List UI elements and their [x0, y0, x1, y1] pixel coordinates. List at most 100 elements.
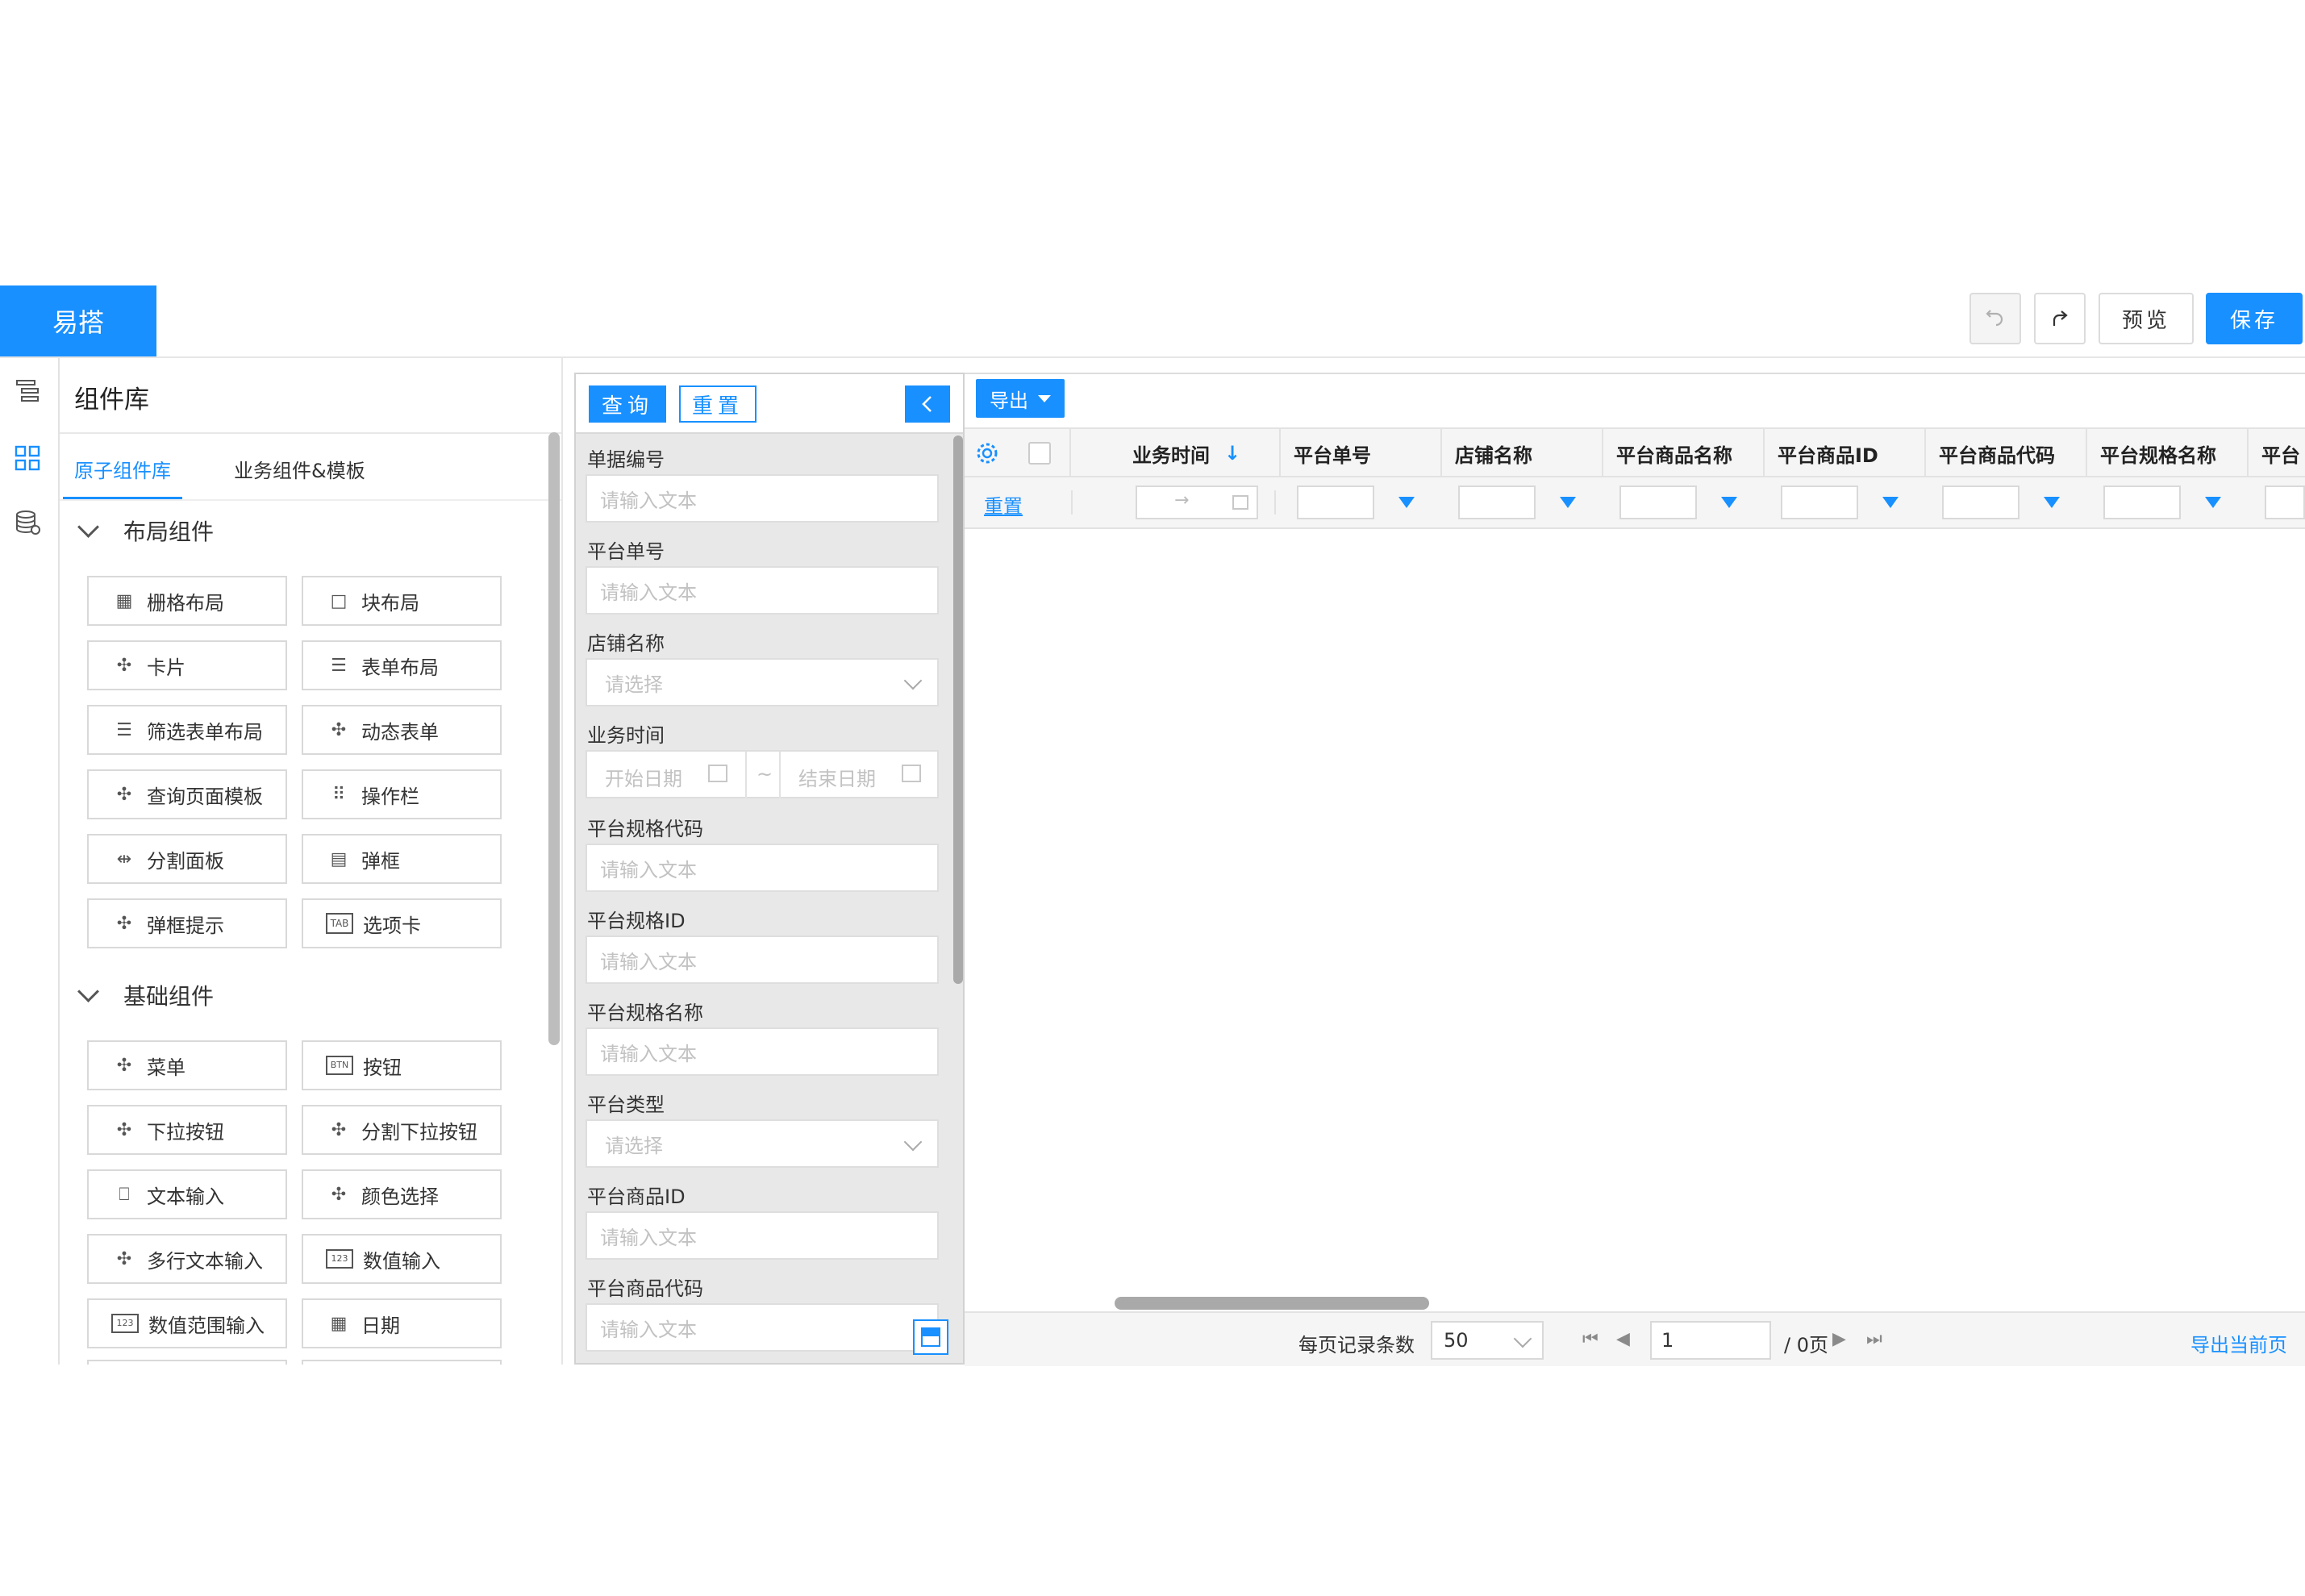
column-filter-input[interactable]: [1942, 485, 2019, 519]
component-item[interactable]: ✣ 查询页面模板: [87, 769, 287, 819]
component-item[interactable]: ☰ 筛选表单布局: [87, 705, 287, 755]
filter-scrollbar[interactable]: [953, 435, 963, 984]
tab-business-components[interactable]: 业务组件&模板: [234, 455, 365, 483]
platform-type-select[interactable]: 请选择: [586, 1119, 939, 1168]
select-all-checkbox[interactable]: [1028, 442, 1051, 465]
column-header[interactable]: 平台: [2249, 429, 2305, 477]
column-header[interactable]: 店铺名称: [1442, 429, 1603, 477]
arrow-down-icon[interactable]: ↓: [1224, 442, 1240, 465]
component-item[interactable]: ✣ 动态表单: [302, 705, 502, 755]
end-date[interactable]: 结束日期: [798, 763, 876, 791]
component-label: 块布局: [361, 591, 419, 615]
column-header[interactable]: 平台单号: [1281, 429, 1442, 477]
column-filter-input[interactable]: [2265, 485, 2305, 519]
save-button[interactable]: 保存: [2206, 293, 2303, 344]
page-number-input[interactable]: 1: [1650, 1321, 1771, 1360]
filter-icon[interactable]: [2044, 497, 2060, 508]
filter-icon[interactable]: [1398, 497, 1415, 508]
section-layout-components[interactable]: 布局组件: [77, 515, 214, 547]
component-item[interactable]: ✣ 弹框提示: [87, 898, 287, 948]
component-item[interactable]: ⠿ 操作栏: [302, 769, 502, 819]
horizontal-scrollbar[interactable]: [1115, 1297, 1429, 1310]
reset-button[interactable]: 重置: [679, 385, 757, 423]
component-item[interactable]: ▦ 日期: [302, 1298, 502, 1348]
component-item[interactable]: ✣ 分割下拉按钮: [302, 1105, 502, 1155]
component-item[interactable]: ✣ 颜色选择: [302, 1169, 502, 1219]
filter-icon[interactable]: [1560, 497, 1576, 508]
export-current-page-link[interactable]: 导出当前页: [2190, 1329, 2287, 1357]
component-item[interactable]: ✣ 菜单: [87, 1040, 287, 1090]
components-icon[interactable]: [10, 440, 45, 476]
first-page-icon[interactable]: ⏮: [1582, 1329, 1598, 1349]
field-label: 平台规格ID: [587, 910, 686, 932]
range-separator: ~: [757, 763, 773, 785]
component-item[interactable]: ☰ 表单布局: [302, 640, 502, 690]
column-filter-input[interactable]: [1458, 485, 1536, 519]
page-size-select[interactable]: 50: [1431, 1321, 1544, 1360]
total-pages: / 0页: [1784, 1334, 1828, 1356]
column-header[interactable]: 平台商品名称: [1603, 429, 1765, 477]
outline-icon[interactable]: [10, 373, 45, 408]
chevron-down-icon: [903, 671, 923, 690]
column-filter-input[interactable]: [1781, 485, 1858, 519]
component-item[interactable]: ✣ 下拉按钮: [87, 1105, 287, 1155]
tab-icon: TAB: [326, 913, 353, 934]
collapse-button[interactable]: [905, 385, 950, 423]
field-label: 平台规格代码: [587, 818, 703, 840]
component-item[interactable]: 123 数值范围输入: [87, 1298, 287, 1348]
component-label: 弹框: [361, 849, 400, 873]
column-header[interactable]: 业务时间 ↓: [1119, 429, 1281, 477]
grid-header-row: 业务时间 ↓ 平台单号 店铺名称 平台商品名称 平台商品ID 平台商品代码 平台规…: [965, 427, 2305, 477]
spec-code-input[interactable]: 请输入文本: [586, 844, 939, 892]
component-item[interactable]: ▦ 栅格布局: [87, 576, 287, 626]
column-header[interactable]: 平台商品代码: [1926, 429, 2087, 477]
component-item[interactable]: □ 块布局: [302, 576, 502, 626]
column-filter-input[interactable]: [1297, 485, 1374, 519]
column-filter-input[interactable]: [2103, 485, 2181, 519]
next-page-icon[interactable]: ▶: [1832, 1329, 1846, 1349]
undo-button[interactable]: [1969, 293, 2021, 344]
section-basic-components[interactable]: 基础组件: [77, 979, 214, 1011]
layout-toggle-button[interactable]: [913, 1319, 948, 1355]
column-header[interactable]: 平台商品ID: [1765, 429, 1926, 477]
export-dropdown-button[interactable]: 导出: [976, 379, 1065, 418]
component-item[interactable]: TAB 选项卡: [302, 898, 502, 948]
spec-id-input[interactable]: 请输入文本: [586, 936, 939, 984]
component-label: 多行文本输入: [147, 1249, 263, 1273]
filter-icon[interactable]: [1721, 497, 1737, 508]
app-logo[interactable]: 易搭: [0, 285, 156, 356]
shop-name-select[interactable]: 请选择: [586, 658, 939, 706]
component-item[interactable]: ✣ 卡片: [87, 640, 287, 690]
component-item[interactable]: ▤ 弹框: [302, 834, 502, 884]
component-item[interactable]: ✣ 多行文本输入: [87, 1234, 287, 1284]
preview-button[interactable]: 预览: [2099, 293, 2194, 344]
doc-number-input[interactable]: 请输入文本: [586, 474, 939, 523]
product-id-input[interactable]: 请输入文本: [586, 1211, 939, 1260]
component-item[interactable]: ⇹ 分割面板: [87, 834, 287, 884]
component-item[interactable]: 123 数值输入: [302, 1234, 502, 1284]
filter-icon[interactable]: [2205, 497, 2221, 508]
library-scrollbar[interactable]: [548, 432, 560, 1045]
grid-reset-link[interactable]: 重置: [984, 490, 1023, 519]
prev-page-icon[interactable]: ◀: [1616, 1329, 1630, 1349]
filter-icon[interactable]: [1882, 497, 1899, 508]
date-filter-input[interactable]: →: [1136, 485, 1258, 519]
component-item[interactable]: ⎕ 文本输入: [87, 1169, 287, 1219]
business-date-range[interactable]: 开始日期 ~ 结束日期: [586, 750, 939, 798]
datasource-icon[interactable]: [10, 505, 45, 540]
component-item[interactable]: BTN 按钮: [302, 1040, 502, 1090]
tab-atomic-components[interactable]: 原子组件库: [74, 455, 171, 483]
start-date[interactable]: 开始日期: [605, 763, 682, 791]
page-size-value: 50: [1444, 1329, 1469, 1352]
column-header[interactable]: 平台规格名称: [2087, 429, 2249, 477]
spec-name-input[interactable]: 请输入文本: [586, 1027, 939, 1076]
column-filter-input[interactable]: [1619, 485, 1697, 519]
query-button[interactable]: 查询: [589, 385, 666, 423]
last-page-icon[interactable]: ⏭: [1866, 1329, 1882, 1349]
gear-icon[interactable]: [965, 429, 1010, 477]
redo-button[interactable]: [2034, 293, 2086, 344]
platform-order-input[interactable]: 请输入文本: [586, 566, 939, 615]
number-input-icon: 123: [111, 1314, 139, 1333]
divider: [745, 752, 747, 798]
product-code-input[interactable]: 请输入文本: [586, 1303, 939, 1352]
